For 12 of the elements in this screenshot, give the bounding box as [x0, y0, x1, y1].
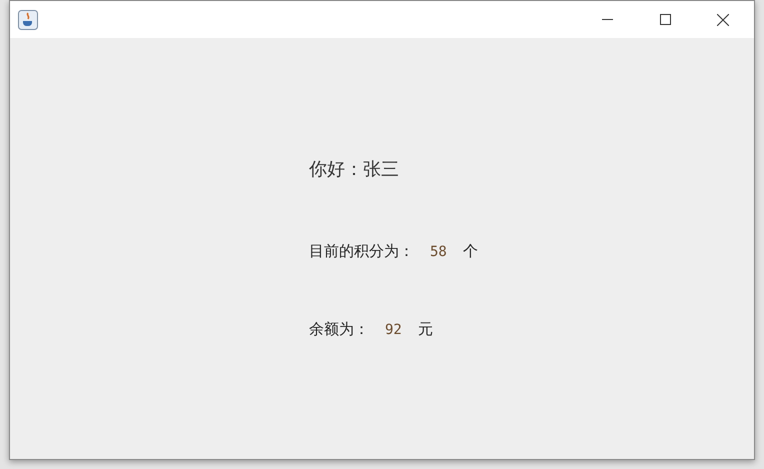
greeting-label: 你好： [309, 158, 363, 182]
field-label: 目前的积分为： [309, 241, 414, 262]
coffee-cup-icon [18, 10, 38, 30]
field-value: 58 [430, 243, 447, 262]
field-value: 92 [385, 321, 402, 340]
field-label: 余额为： [309, 319, 369, 340]
unit-label: 元 [418, 319, 433, 340]
user-name: 张三 [363, 158, 399, 182]
unit-label: 个 [462, 241, 478, 262]
maximize-icon [660, 14, 670, 25]
close-icon [717, 14, 729, 26]
minimize-icon [602, 19, 612, 20]
